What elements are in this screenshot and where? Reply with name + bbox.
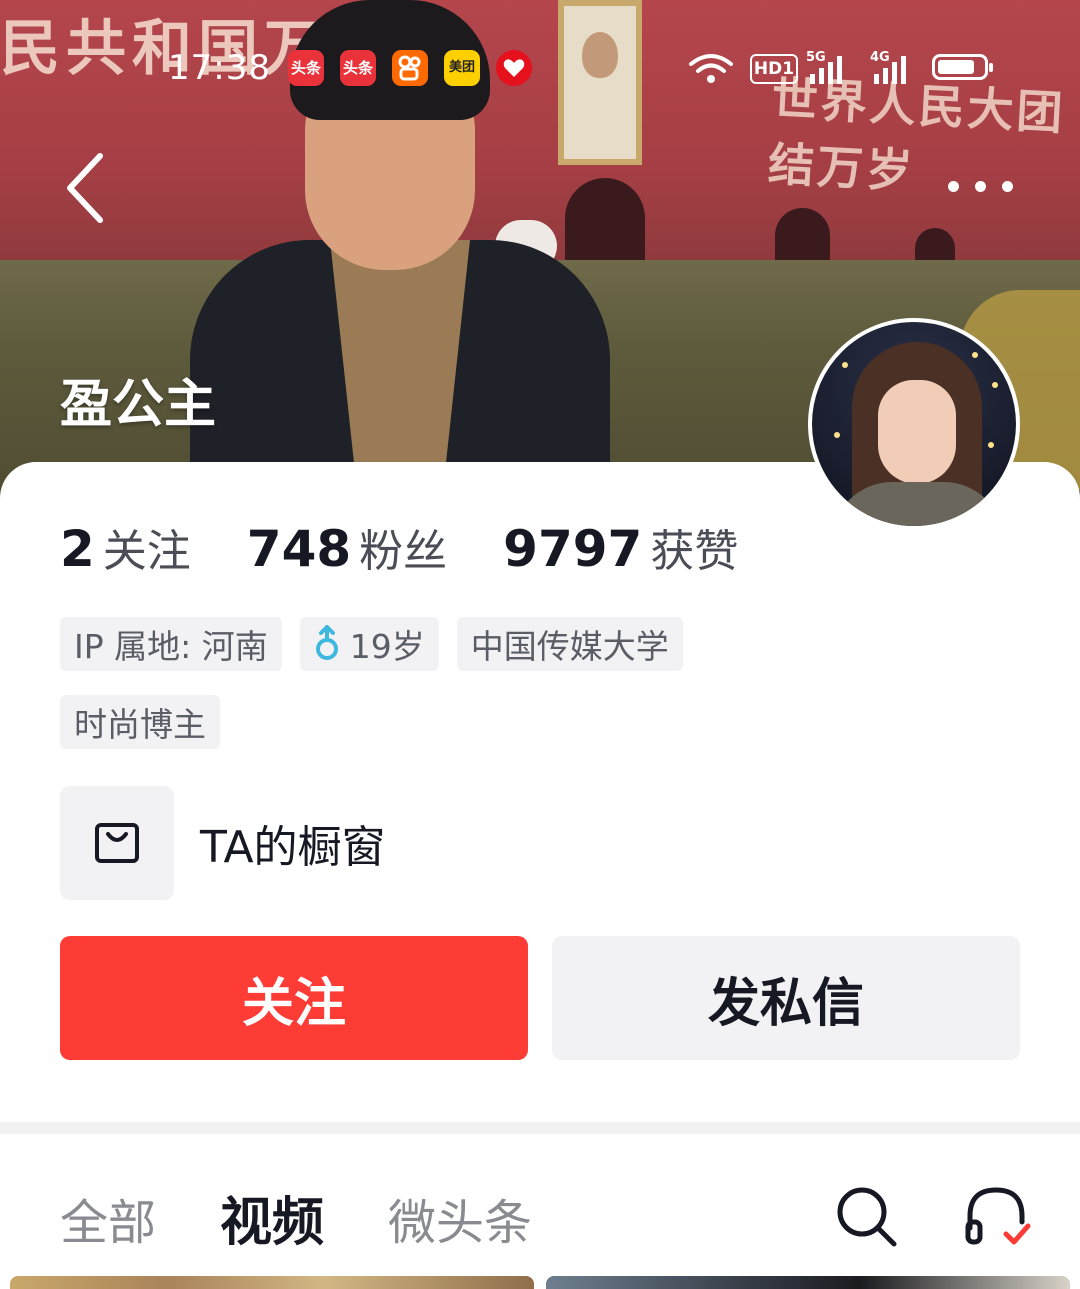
stat-likes[interactable]: 9797 获赞 (503, 515, 738, 579)
search-button[interactable] (834, 1184, 898, 1248)
tab-micro-posts[interactable]: 微头条 (388, 1183, 532, 1253)
search-icon (837, 1187, 897, 1247)
meituan-icon: 美团 (444, 50, 480, 86)
male-gender-icon (315, 625, 338, 660)
toutiao-icon: 头条 (340, 50, 376, 86)
profile-name: 盈公主 (60, 375, 217, 435)
chevron-left-icon (67, 153, 103, 223)
section-divider (0, 1122, 1080, 1134)
video-thumbnails (0, 1276, 1080, 1289)
avatar[interactable] (808, 318, 1020, 530)
hd-badge: HD1 (750, 54, 798, 84)
headphones-icon (965, 1187, 1031, 1245)
shopping-bag-icon (95, 823, 139, 863)
battery-icon (932, 54, 993, 80)
stat-following-value: 2 (60, 520, 95, 578)
video-thumbnail[interactable] (546, 1276, 1070, 1289)
tag-label: IP 属地: 河南 (74, 627, 268, 666)
toutiao-lite-icon: 头条 (288, 50, 324, 86)
profile-tags: IP 属地: 河南 19岁 中国传媒大学 时尚博主 (60, 617, 780, 749)
back-button[interactable] (58, 148, 118, 228)
tag-label: 中国传媒大学 (470, 627, 669, 666)
stat-following-label: 关注 (102, 526, 191, 577)
pinduoduo-icon (496, 50, 532, 86)
listen-button[interactable] (964, 1184, 1031, 1248)
more-options-button[interactable] (940, 168, 1020, 204)
tab-all[interactable]: 全部 (60, 1183, 156, 1253)
tag-category: 时尚博主 (60, 695, 220, 749)
kuaishou-icon (392, 50, 428, 86)
signal-bars-icon (874, 56, 906, 84)
stat-likes-value: 9797 (503, 520, 643, 578)
stat-followers-label: 粉丝 (359, 526, 448, 577)
tag-ip-location: IP 属地: 河南 (60, 617, 282, 671)
stat-followers-value: 748 (246, 520, 352, 578)
more-dots-icon (947, 180, 959, 192)
profile-stats: 2 关注 748 粉丝 9797 获赞 (60, 515, 738, 579)
signal-bars-icon (810, 56, 842, 84)
tag-age: 19岁 (299, 617, 439, 671)
tab-videos[interactable]: 视频 (220, 1180, 324, 1255)
status-bar: 17:38 头条 头条 美团 HD1 5G 4G (0, 42, 1080, 92)
tag-label: 19岁 (349, 627, 425, 666)
tag-label: 时尚博主 (74, 705, 206, 744)
send-message-button[interactable]: 发私信 (552, 936, 1020, 1060)
stat-likes-label: 获赞 (650, 526, 739, 577)
tag-school: 中国传媒大学 (456, 617, 683, 671)
follow-button[interactable]: 关注 (60, 936, 528, 1060)
video-thumbnail[interactable] (10, 1276, 534, 1289)
status-time: 17:38 (168, 48, 271, 88)
stat-following[interactable]: 2 关注 (60, 515, 191, 579)
content-tabs: 全部 视频 微头条 (60, 1180, 532, 1255)
stat-followers[interactable]: 748 粉丝 (247, 515, 447, 579)
shop-icon-box (60, 786, 174, 900)
shop-window-entry[interactable]: TA的橱窗 (60, 786, 386, 900)
shop-window-label: TA的橱窗 (200, 822, 386, 873)
wifi-icon (689, 54, 733, 83)
